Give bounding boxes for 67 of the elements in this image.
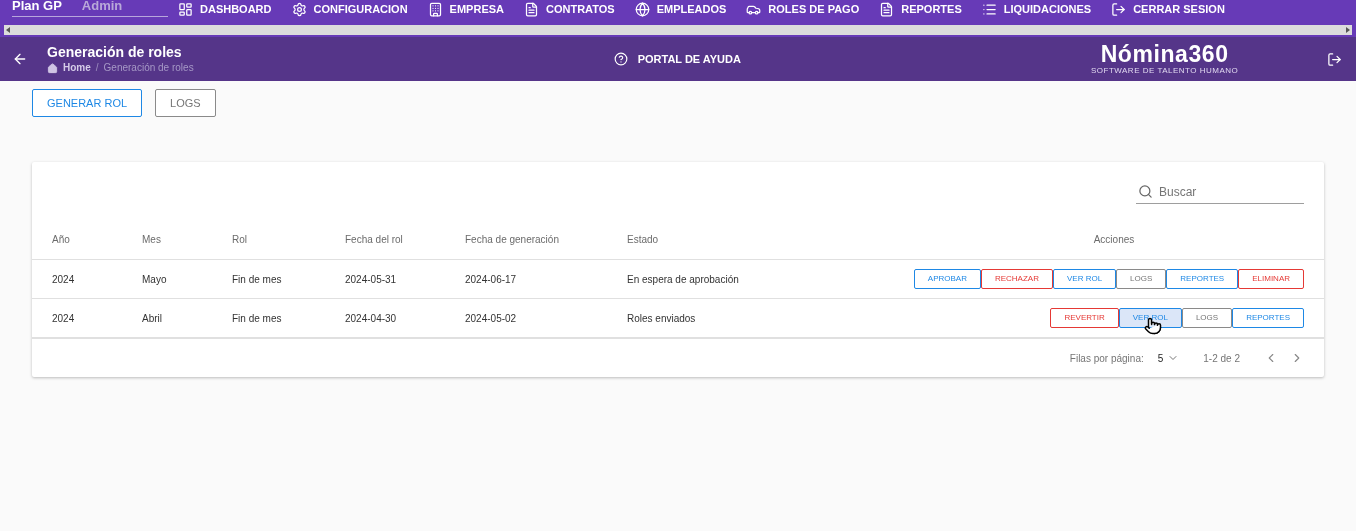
scroll-left-icon[interactable] bbox=[6, 27, 10, 33]
column-header: Acciones bbox=[1093, 234, 1135, 245]
table-cell: Abril bbox=[142, 312, 162, 324]
logout-icon[interactable] bbox=[1327, 51, 1342, 67]
nav-menu-item[interactable]: CONTRATOS bbox=[524, 0, 615, 18]
logo-wordmark: Nómina360 bbox=[1100, 42, 1229, 66]
breadcrumb-separator: / bbox=[95, 61, 99, 75]
horizontal-scrollbar[interactable] bbox=[4, 25, 1352, 35]
nav-menu-item[interactable]: EMPRESA bbox=[427, 0, 504, 18]
table-cell: 2024 bbox=[52, 273, 75, 285]
scroll-right-icon[interactable] bbox=[1346, 27, 1350, 33]
plan-label: Plan GP bbox=[12, 0, 62, 15]
table-cell: Roles enviados bbox=[627, 312, 696, 324]
document-icon bbox=[879, 1, 895, 17]
globe-icon bbox=[634, 1, 650, 17]
action-button[interactable]: ELIMINAR bbox=[1238, 269, 1304, 289]
table-cell: Fin de mes bbox=[232, 312, 282, 324]
nav-menu-item[interactable]: CONFIGURACION bbox=[291, 0, 408, 18]
logo-tagline: SOFTWARE DE TALENTO HUMANO bbox=[1090, 66, 1239, 76]
column-header: Estado bbox=[627, 234, 659, 245]
action-button[interactable]: LOGS bbox=[1116, 269, 1167, 289]
action-button[interactable]: REPORTES bbox=[1232, 308, 1304, 328]
column-header: Rol bbox=[232, 234, 247, 245]
breadcrumb-link[interactable]: Home bbox=[63, 61, 91, 75]
table-cell: 2024-04-30 bbox=[345, 312, 397, 324]
action-button[interactable]: VER ROL bbox=[1052, 269, 1117, 289]
dashboard-icon bbox=[178, 1, 193, 17]
search-field[interactable]: Buscar bbox=[1159, 180, 1299, 203]
nav-menu-item[interactable]: REPORTES bbox=[879, 0, 962, 18]
nav-menu-item[interactable]: LIQUIDACIONES bbox=[981, 0, 1092, 18]
table-cell: 2024-05-02 bbox=[465, 312, 517, 324]
action-button[interactable]: REVERTIR bbox=[1050, 308, 1119, 328]
rows-per-page-label: Filas por página: bbox=[1069, 351, 1144, 366]
table-cell: 2024 bbox=[52, 312, 75, 324]
action-button[interactable]: REPORTES bbox=[1166, 269, 1239, 289]
user-selector[interactable]: Plan GP Admin bbox=[12, 0, 168, 17]
nav-menu-item[interactable]: CERRAR SESION bbox=[1111, 0, 1225, 18]
column-header: Año bbox=[52, 234, 70, 245]
table-cell: Fin de mes bbox=[232, 273, 282, 285]
home-icon bbox=[47, 62, 58, 74]
action-button[interactable]: APROBAR bbox=[913, 269, 981, 289]
column-header: Mes bbox=[142, 234, 161, 245]
help-icon[interactable] bbox=[613, 52, 628, 66]
logout-icon bbox=[1111, 1, 1127, 17]
page-range: 1-2 de 2 bbox=[1203, 351, 1240, 366]
nav-menu-item[interactable]: ROLES DE PAGO bbox=[746, 0, 860, 18]
nav-menu-item[interactable]: DASHBOARD bbox=[178, 0, 272, 18]
table-cell: 2024-06-17 bbox=[465, 273, 517, 285]
action-button[interactable]: LOGS bbox=[1181, 308, 1233, 328]
help-portal-link[interactable]: PORTAL DE AYUDA bbox=[637, 50, 741, 68]
page-title: Generación de roles bbox=[47, 43, 183, 61]
gear-icon bbox=[291, 1, 307, 17]
role-label: Admin bbox=[81, 0, 123, 15]
toolbar-button[interactable]: GENERAR ROL bbox=[32, 89, 143, 117]
table-cell: En espera de aprobación bbox=[627, 273, 739, 285]
list-icon bbox=[981, 1, 997, 17]
toolbar-button[interactable]: LOGS bbox=[155, 89, 216, 117]
document-icon bbox=[524, 1, 539, 17]
building-icon bbox=[427, 1, 443, 17]
search-icon bbox=[1138, 184, 1153, 199]
action-button[interactable]: RECHAZAR bbox=[980, 269, 1053, 289]
column-header: Fecha del rol bbox=[345, 234, 403, 245]
rows-per-page-select[interactable]: 5 bbox=[1157, 350, 1180, 366]
table-cell: 2024-05-31 bbox=[345, 273, 397, 285]
nav-menu-item[interactable]: EMPLEADOS bbox=[634, 0, 727, 18]
column-header: Fecha de generación bbox=[465, 234, 559, 245]
table-cell: Mayo bbox=[142, 273, 167, 285]
